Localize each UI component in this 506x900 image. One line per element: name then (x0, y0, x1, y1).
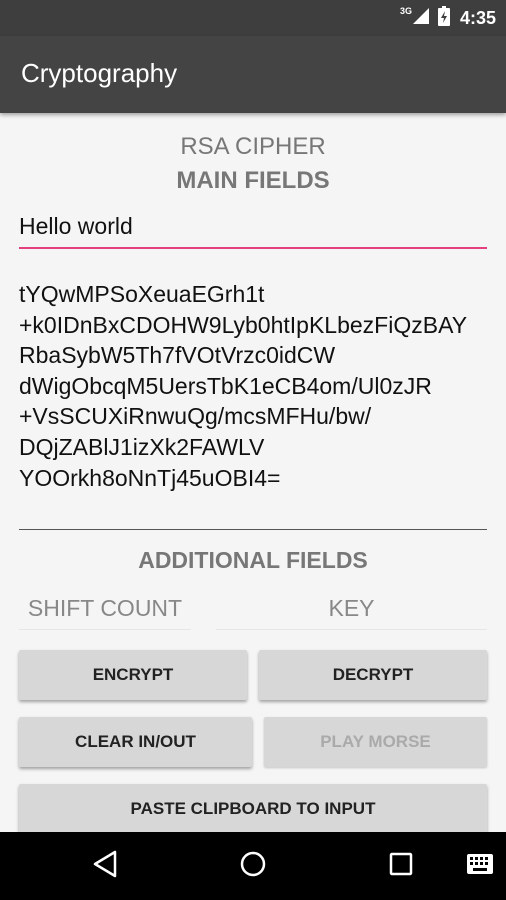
additional-fields-heading: ADDITIONAL FIELDS (138, 547, 368, 573)
shift-count-field[interactable]: SHIFT COUNT (19, 595, 191, 630)
back-icon (92, 850, 118, 883)
output-line: tYQwMPSoXeuaEGrh1t (19, 281, 265, 307)
encrypt-button[interactable]: ENCRYPT (19, 650, 247, 700)
output-divider (19, 529, 487, 530)
output-line: RbaSybW5Th7fVOtVrzc0idCW (19, 342, 336, 369)
recents-button[interactable] (371, 832, 431, 900)
home-button[interactable] (223, 832, 283, 900)
key-field[interactable]: KEY (216, 595, 487, 630)
main-content[interactable]: RSA CIPHER MAIN FIELDS Hello world tYQwM… (0, 113, 506, 832)
network-type: 3G (399, 6, 412, 16)
output-line: dWigObcqM5UersTbK1eCB4om/Ul0zJR (19, 372, 432, 399)
output-line: YOOrkh8oNnTj45uOBI4= (19, 464, 281, 491)
home-icon (239, 850, 267, 883)
play-morse-button[interactable]: PLAY MORSE (264, 717, 487, 767)
keyboard-switch-button[interactable] (458, 832, 502, 900)
output-text[interactable]: tYQwMPSoXeuaEGrh1t +k0IDnBxCDOHW9Lyb0htI… (19, 279, 489, 493)
clear-button[interactable]: CLEAR IN/OUT (19, 717, 252, 767)
back-button[interactable] (75, 832, 135, 900)
output-line: +VsSCUXiRnwuQg/mcsMFHu/bw/ (19, 403, 372, 430)
navigation-bar (0, 832, 506, 900)
clock: 4:35 (459, 7, 496, 28)
output-line: +k0IDnBxCDOHW9Lyb0htIpKLbezFiQzBAY (19, 311, 468, 338)
app-title: Cryptography (21, 58, 178, 88)
status-bar: 3G 4:35 (0, 0, 506, 36)
cipher-heading: RSA CIPHER (180, 133, 326, 160)
main-fields-heading: MAIN FIELDS (176, 167, 330, 194)
output-line: DQjZABlJ1izXk2FAWLV (19, 433, 265, 460)
decrypt-button[interactable]: DECRYPT (259, 650, 487, 700)
input-text-field[interactable]: Hello world (19, 213, 487, 249)
recents-icon (389, 852, 413, 881)
signal-icon (412, 7, 430, 30)
app-toolbar: Cryptography (0, 36, 506, 113)
status-icons: 3G 4:35 (400, 0, 496, 36)
keyboard-icon (467, 853, 493, 879)
battery-charging-icon (437, 5, 450, 31)
paste-clipboard-button[interactable]: PASTE CLIPBOARD TO INPUT (19, 784, 487, 832)
